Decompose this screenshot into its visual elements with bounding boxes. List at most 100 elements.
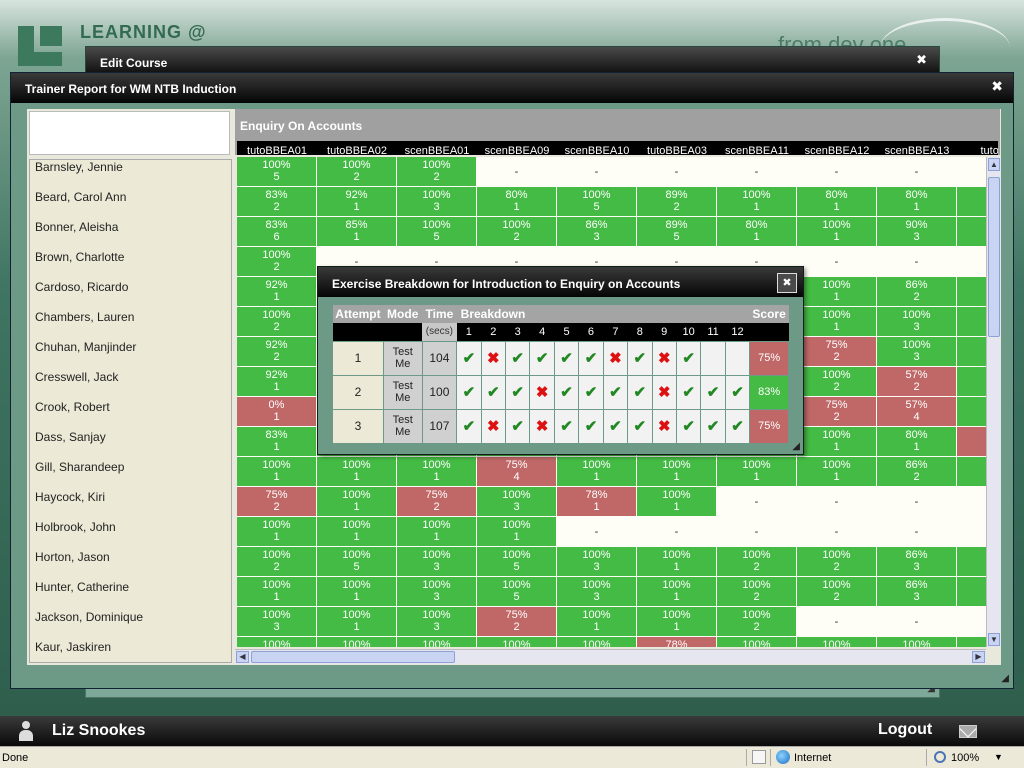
result-cell[interactable]: 86% 3 bbox=[557, 217, 637, 247]
trainee-name[interactable]: Jackson, Dominique bbox=[30, 610, 231, 640]
result-cell[interactable]: 0% 1 bbox=[237, 397, 317, 427]
result-cell[interactable]: 100% 2 bbox=[717, 607, 797, 637]
result-cell[interactable] bbox=[957, 577, 986, 607]
result-cell[interactable]: 100% 1 bbox=[237, 517, 317, 547]
result-cell[interactable] bbox=[957, 637, 986, 647]
result-cell[interactable]: 92% 1 bbox=[237, 367, 317, 397]
result-cell[interactable]: 57% 4 bbox=[877, 397, 957, 427]
result-cell[interactable]: 100% 2 bbox=[237, 547, 317, 577]
result-cell[interactable]: 100% 3 bbox=[397, 607, 477, 637]
result-cell[interactable]: 86% 2 bbox=[877, 277, 957, 307]
trainee-name[interactable]: Dass, Sanjay bbox=[30, 430, 231, 460]
result-cell[interactable]: 100% 1 bbox=[557, 457, 637, 487]
result-cell[interactable]: 75% 2 bbox=[797, 337, 877, 367]
result-cell[interactable]: 100% 1 bbox=[637, 547, 717, 577]
result-cell[interactable]: 100% bbox=[717, 637, 797, 647]
result-cell[interactable] bbox=[957, 367, 986, 397]
result-cell[interactable]: 100% 2 bbox=[717, 577, 797, 607]
trainee-name[interactable]: Chambers, Lauren bbox=[30, 310, 231, 340]
result-cell[interactable]: 83% 2 bbox=[237, 187, 317, 217]
result-cell[interactable] bbox=[957, 397, 986, 427]
result-cell[interactable]: 100% 1 bbox=[317, 517, 397, 547]
logout-link[interactable]: Logout bbox=[878, 721, 932, 739]
result-cell[interactable]: 90% 3 bbox=[877, 217, 957, 247]
result-cell[interactable]: 100% 1 bbox=[317, 487, 397, 517]
result-cell[interactable]: 100% 2 bbox=[477, 217, 557, 247]
result-cell[interactable]: 100% 5 bbox=[317, 547, 397, 577]
result-cell[interactable]: 100% 2 bbox=[317, 157, 397, 187]
result-cell[interactable]: 85% 1 bbox=[317, 217, 397, 247]
result-cell[interactable]: 100% 3 bbox=[557, 547, 637, 577]
scroll-up-icon[interactable]: ▲ bbox=[988, 158, 1000, 171]
result-cell[interactable] bbox=[957, 277, 986, 307]
result-cell[interactable]: 100% 5 bbox=[557, 187, 637, 217]
exercise-close-icon[interactable]: ✖ bbox=[777, 273, 797, 293]
result-cell[interactable] bbox=[957, 187, 986, 217]
scroll-down-icon[interactable]: ▼ bbox=[988, 633, 1000, 646]
result-cell[interactable]: 100% 3 bbox=[397, 577, 477, 607]
result-cell[interactable]: 100% 1 bbox=[397, 457, 477, 487]
result-cell[interactable]: 100% 3 bbox=[477, 487, 557, 517]
trainee-name[interactable]: Cardoso, Ricardo bbox=[30, 280, 231, 310]
trainee-name[interactable]: Hunter, Catherine bbox=[30, 580, 231, 610]
trainee-name[interactable]: Beard, Carol Ann bbox=[30, 190, 231, 220]
result-cell[interactable]: 100% 2 bbox=[717, 547, 797, 577]
trainee-name[interactable]: Crook, Robert bbox=[30, 400, 231, 430]
result-cell[interactable]: 100% bbox=[397, 637, 477, 647]
trainee-name[interactable]: Haycock, Kiri bbox=[30, 490, 231, 520]
result-cell[interactable]: 80% 1 bbox=[877, 187, 957, 217]
result-cell[interactable]: 86% 2 bbox=[877, 457, 957, 487]
result-cell[interactable]: 100% 1 bbox=[637, 487, 717, 517]
trainee-name[interactable]: Barnsley, Jennie bbox=[30, 160, 231, 190]
result-cell[interactable]: 80% 1 bbox=[477, 187, 557, 217]
result-cell[interactable] bbox=[957, 457, 986, 487]
result-cell[interactable]: 100% bbox=[317, 637, 397, 647]
trainee-name[interactable]: Brown, Charlotte bbox=[30, 250, 231, 280]
horizontal-scrollbar[interactable]: ◀ ▶ bbox=[235, 649, 986, 664]
result-cell[interactable]: 100% 3 bbox=[237, 607, 317, 637]
result-cell[interactable]: 100% 3 bbox=[877, 337, 957, 367]
result-cell[interactable]: 92% 1 bbox=[237, 277, 317, 307]
result-cell[interactable] bbox=[957, 217, 986, 247]
result-cell[interactable]: 83% 1 bbox=[237, 427, 317, 457]
result-cell[interactable]: 100% 1 bbox=[797, 277, 877, 307]
result-cell[interactable]: 57% 2 bbox=[877, 367, 957, 397]
result-cell[interactable]: 92% 1 bbox=[317, 187, 397, 217]
result-cell[interactable]: 100% bbox=[797, 637, 877, 647]
result-cell[interactable]: 100% 1 bbox=[797, 427, 877, 457]
result-cell[interactable]: 100% 1 bbox=[477, 517, 557, 547]
result-cell[interactable]: 80% 1 bbox=[877, 427, 957, 457]
result-cell[interactable] bbox=[957, 547, 986, 577]
result-cell[interactable]: 100% 5 bbox=[397, 217, 477, 247]
result-cell[interactable]: 80% 1 bbox=[797, 187, 877, 217]
result-cell[interactable]: 86% 3 bbox=[877, 577, 957, 607]
result-cell[interactable]: 100% bbox=[877, 637, 957, 647]
result-cell[interactable]: 100% 3 bbox=[397, 547, 477, 577]
trainee-name[interactable]: Cresswell, Jack bbox=[30, 370, 231, 400]
result-cell[interactable]: 86% 3 bbox=[877, 547, 957, 577]
result-cell[interactable]: 100% 1 bbox=[637, 577, 717, 607]
result-cell[interactable]: 100% 1 bbox=[237, 457, 317, 487]
result-cell[interactable] bbox=[957, 337, 986, 367]
mail-icon[interactable] bbox=[959, 725, 977, 738]
result-cell[interactable]: 100% 3 bbox=[557, 577, 637, 607]
result-cell[interactable]: 75% 2 bbox=[237, 487, 317, 517]
result-cell[interactable]: 100% 3 bbox=[877, 307, 957, 337]
result-cell[interactable]: 78% bbox=[637, 637, 717, 647]
result-cell[interactable]: 89% 2 bbox=[637, 187, 717, 217]
result-cell[interactable]: 100% 1 bbox=[317, 457, 397, 487]
trainee-name[interactable]: Holbrook, John bbox=[30, 520, 231, 550]
result-cell[interactable]: 100% 1 bbox=[797, 307, 877, 337]
chevron-down-icon[interactable]: ▼ bbox=[994, 752, 1003, 762]
result-cell[interactable]: 75% 2 bbox=[797, 397, 877, 427]
result-cell[interactable]: 75% 2 bbox=[397, 487, 477, 517]
result-cell[interactable] bbox=[957, 427, 986, 457]
result-cell[interactable]: 100% 1 bbox=[317, 607, 397, 637]
result-cell[interactable]: 100% 1 bbox=[637, 457, 717, 487]
trainee-name[interactable]: Kaur, Jaskiren bbox=[30, 640, 231, 662]
edit-course-close-icon[interactable]: ✖ bbox=[916, 53, 927, 68]
resize-grip-icon[interactable]: ◢ bbox=[1001, 673, 1009, 684]
vertical-scrollbar[interactable]: ▲ ▼ bbox=[986, 157, 1001, 647]
result-cell[interactable]: 100% 2 bbox=[797, 547, 877, 577]
scroll-left-icon[interactable]: ◀ bbox=[236, 651, 249, 663]
